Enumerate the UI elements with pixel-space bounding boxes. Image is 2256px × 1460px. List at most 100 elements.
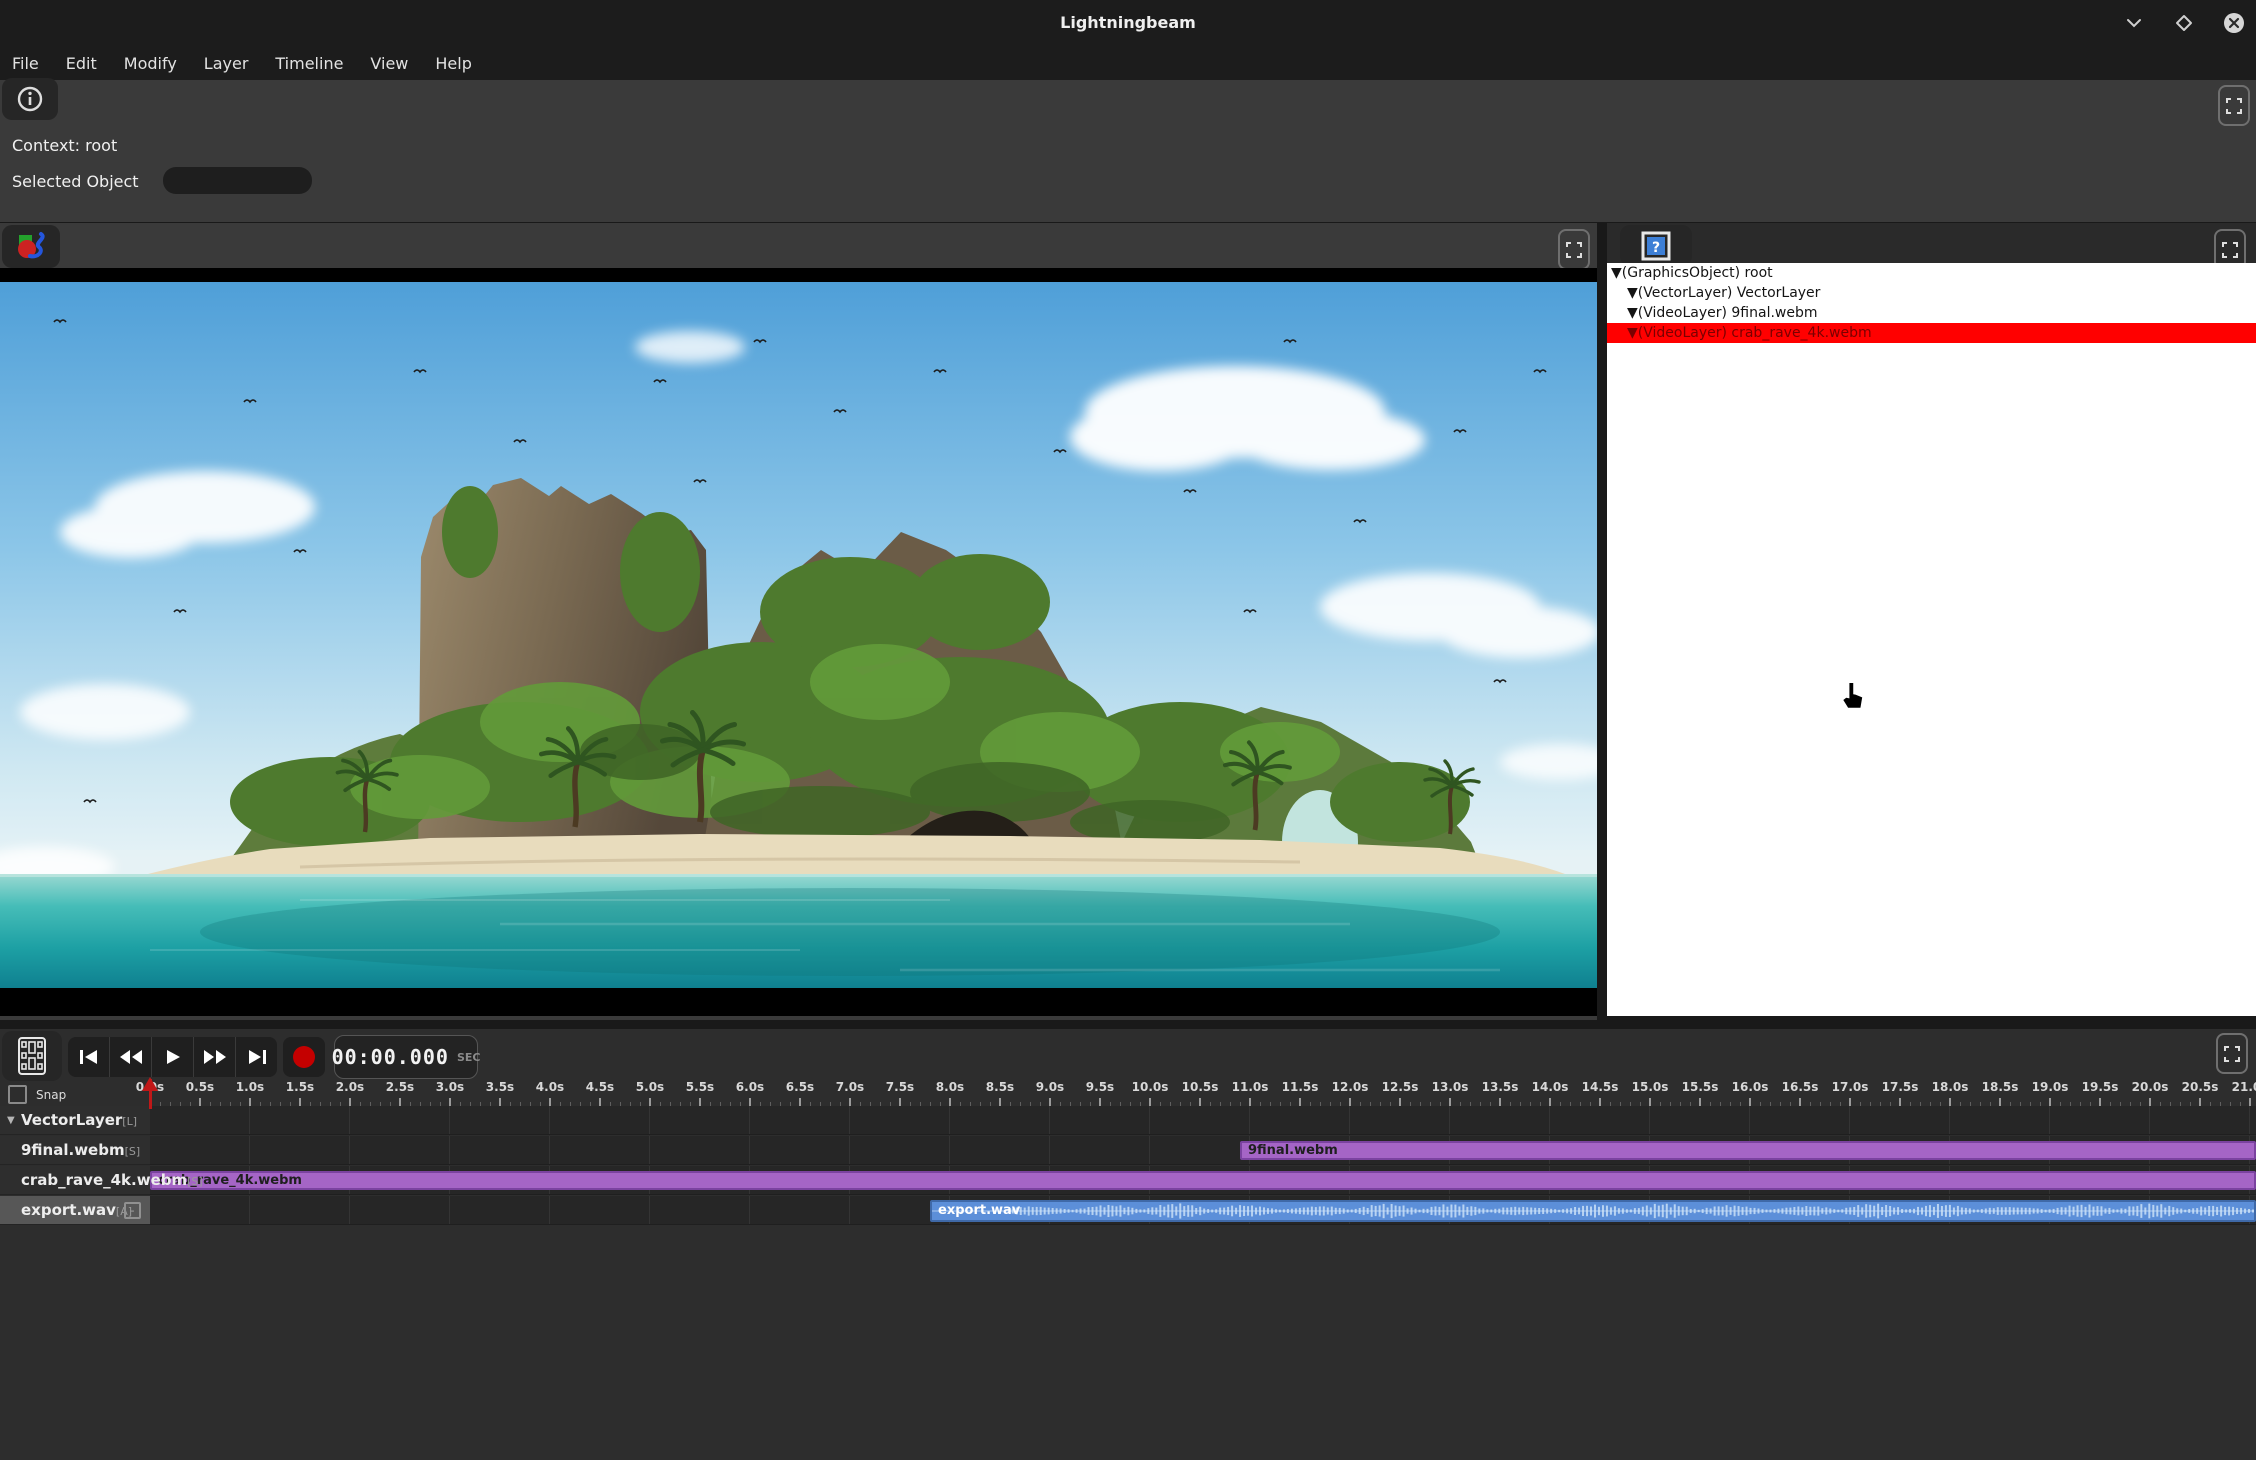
- ruler-label: 15.5s: [1682, 1080, 1719, 1094]
- inspector-fullscreen-button[interactable]: [2218, 85, 2250, 126]
- record-button[interactable]: [283, 1037, 325, 1077]
- track-label-9final.webm[interactable]: 9final.webm[S]: [0, 1136, 150, 1165]
- selected-object-input[interactable]: [163, 167, 312, 194]
- ruler-label: 18.5s: [1982, 1080, 2019, 1094]
- timeline-panel: 00:00.000 SEC Snap 0.0s0.5s1.0s1.5s2.0s2…: [0, 1029, 2256, 1460]
- selected-object-label: Selected Object: [12, 172, 139, 191]
- shapes-icon: [14, 230, 48, 264]
- clip-label: export.wav: [938, 1203, 1020, 1218]
- ruler-label: 12.5s: [1382, 1080, 1419, 1094]
- clip-export.wav[interactable]: export.wav: [930, 1200, 2256, 1222]
- ruler-label: 1.5s: [286, 1080, 314, 1094]
- fullscreen-icon: [2222, 242, 2238, 258]
- ruler-label: 4.5s: [586, 1080, 614, 1094]
- tree-row[interactable]: ▼(VideoLayer) crab_rave_4k.webm: [1607, 323, 2256, 343]
- track-cells-export.wav[interactable]: export.wav: [150, 1196, 2256, 1225]
- ruler-label: 17.0s: [1832, 1080, 1869, 1094]
- ruler-label: 19.0s: [2032, 1080, 2069, 1094]
- play-button[interactable]: [152, 1037, 194, 1077]
- ruler-label: 10.5s: [1182, 1080, 1219, 1094]
- tree-row[interactable]: ▼(GraphicsObject) root: [1607, 263, 2256, 283]
- tree-row[interactable]: ▼(VectorLayer) VectorLayer: [1607, 283, 2256, 303]
- video-preview-island: [0, 282, 1597, 988]
- fullscreen-icon: [1566, 242, 1582, 258]
- ruler-label: 6.5s: [786, 1080, 814, 1094]
- skip-to-start-button[interactable]: [68, 1037, 110, 1077]
- fullscreen-icon: [2224, 1046, 2240, 1062]
- ruler-label: 5.5s: [686, 1080, 714, 1094]
- tree-row[interactable]: ▼(VideoLayer) 9final.webm: [1607, 303, 2256, 323]
- timeline-tab[interactable]: [2, 1031, 62, 1081]
- ruler-label: 2.0s: [336, 1080, 364, 1094]
- ruler-label: 9.5s: [1086, 1080, 1114, 1094]
- track-type-tag: [S]: [125, 1145, 141, 1158]
- window-controls: [2122, 0, 2246, 46]
- window-title: Lightningbeam: [0, 0, 2256, 46]
- menu-item-edit[interactable]: Edit: [66, 54, 97, 73]
- menu-item-help[interactable]: Help: [435, 54, 471, 73]
- ruler-label: 11.0s: [1232, 1080, 1269, 1094]
- fast-forward-button[interactable]: [194, 1037, 236, 1077]
- filmstrip-icon: [17, 1036, 47, 1076]
- ruler-label: 8.5s: [986, 1080, 1014, 1094]
- ruler-label: 9.0s: [1036, 1080, 1064, 1094]
- track-name: 9final.webm[S]: [21, 1136, 140, 1165]
- time-display[interactable]: 00:00.000 SEC: [334, 1035, 478, 1079]
- track-label-crab_rave_4k.webm[interactable]: crab_rave_4k.webm[S]: [0, 1166, 150, 1195]
- timeline-track-row: 9final.webm 9final.webm[S]: [0, 1136, 2256, 1166]
- menu-item-layer[interactable]: Layer: [204, 54, 249, 73]
- close-button[interactable]: [2222, 11, 2246, 35]
- transport-controls: [68, 1037, 277, 1077]
- pointer-hand-cursor: [1838, 683, 1864, 715]
- stage-fullscreen-button[interactable]: [1558, 229, 1590, 270]
- track-cells-crab_rave_4k.webm[interactable]: crab_rave_4k.webm: [150, 1166, 2256, 1195]
- inspector-tab[interactable]: [2, 78, 58, 120]
- ruler-label: 7.5s: [886, 1080, 914, 1094]
- rewind-button[interactable]: [110, 1037, 152, 1077]
- skip-to-end-button[interactable]: [236, 1037, 277, 1077]
- ruler-label: 12.0s: [1332, 1080, 1369, 1094]
- audio-waveform: [932, 1202, 2254, 1220]
- track-checkbox[interactable]: -: [124, 1202, 141, 1219]
- track-expand-arrow[interactable]: ▼: [7, 1106, 15, 1135]
- ruler-label: 6.0s: [736, 1080, 764, 1094]
- menu-item-timeline[interactable]: Timeline: [275, 54, 343, 73]
- ruler-label: 3.5s: [486, 1080, 514, 1094]
- stage-canvas[interactable]: [0, 268, 1597, 1016]
- play-icon: [164, 1048, 182, 1066]
- ruler-label: 7.0s: [836, 1080, 864, 1094]
- ruler-label: 17.5s: [1882, 1080, 1919, 1094]
- stage-tab[interactable]: [2, 225, 60, 268]
- time-value: 00:00.000: [332, 1045, 449, 1069]
- menu-item-file[interactable]: File: [12, 54, 39, 73]
- clip-crab_rave_4k.webm[interactable]: crab_rave_4k.webm: [150, 1171, 2256, 1190]
- timeline-fullscreen-button[interactable]: [2216, 1033, 2248, 1074]
- stage-panel: [0, 223, 1597, 1020]
- menu-item-modify[interactable]: Modify: [124, 54, 177, 73]
- ruler-label: 14.5s: [1582, 1080, 1619, 1094]
- track-name: VectorLayer[L]: [21, 1106, 137, 1135]
- track-cells-VectorLayer[interactable]: [150, 1106, 2256, 1135]
- menu-bar: File Edit Modify Layer Timeline View Help: [0, 46, 2256, 80]
- fast-forward-icon: [202, 1048, 228, 1066]
- ruler-label: 20.5s: [2182, 1080, 2219, 1094]
- track-label-export.wav[interactable]: export.wav[A]-: [0, 1196, 150, 1225]
- skip-to-start-icon: [78, 1048, 100, 1066]
- track-label-VectorLayer[interactable]: ▼VectorLayer[L]: [0, 1106, 150, 1135]
- ruler-label: 8.0s: [936, 1080, 964, 1094]
- track-cells-9final.webm[interactable]: 9final.webm: [150, 1136, 2256, 1165]
- track-name: crab_rave_4k.webm[S]: [21, 1166, 203, 1195]
- ruler-label: 0.5s: [186, 1080, 214, 1094]
- maximize-button[interactable]: [2172, 11, 2196, 35]
- clip-9final.webm[interactable]: 9final.webm: [1240, 1141, 2256, 1160]
- info-icon: [15, 84, 45, 114]
- minimize-button[interactable]: [2122, 11, 2146, 35]
- scene-tree-list: ▼(GraphicsObject) root▼(VectorLayer) Vec…: [1607, 263, 2256, 1016]
- menu-item-view[interactable]: View: [370, 54, 408, 73]
- timeline-track-row: crab_rave_4k.webmcrab_rave_4k.webm[S]: [0, 1166, 2256, 1196]
- ruler-label: 19.5s: [2082, 1080, 2119, 1094]
- scene-tree-tab[interactable]: ?: [1620, 225, 1692, 266]
- timeline-ruler[interactable]: 0.0s0.5s1.0s1.5s2.0s2.5s3.0s3.5s4.0s4.5s…: [0, 1080, 2256, 1107]
- ruler-label: 13.0s: [1432, 1080, 1469, 1094]
- track-name: export.wav[A]: [21, 1196, 132, 1225]
